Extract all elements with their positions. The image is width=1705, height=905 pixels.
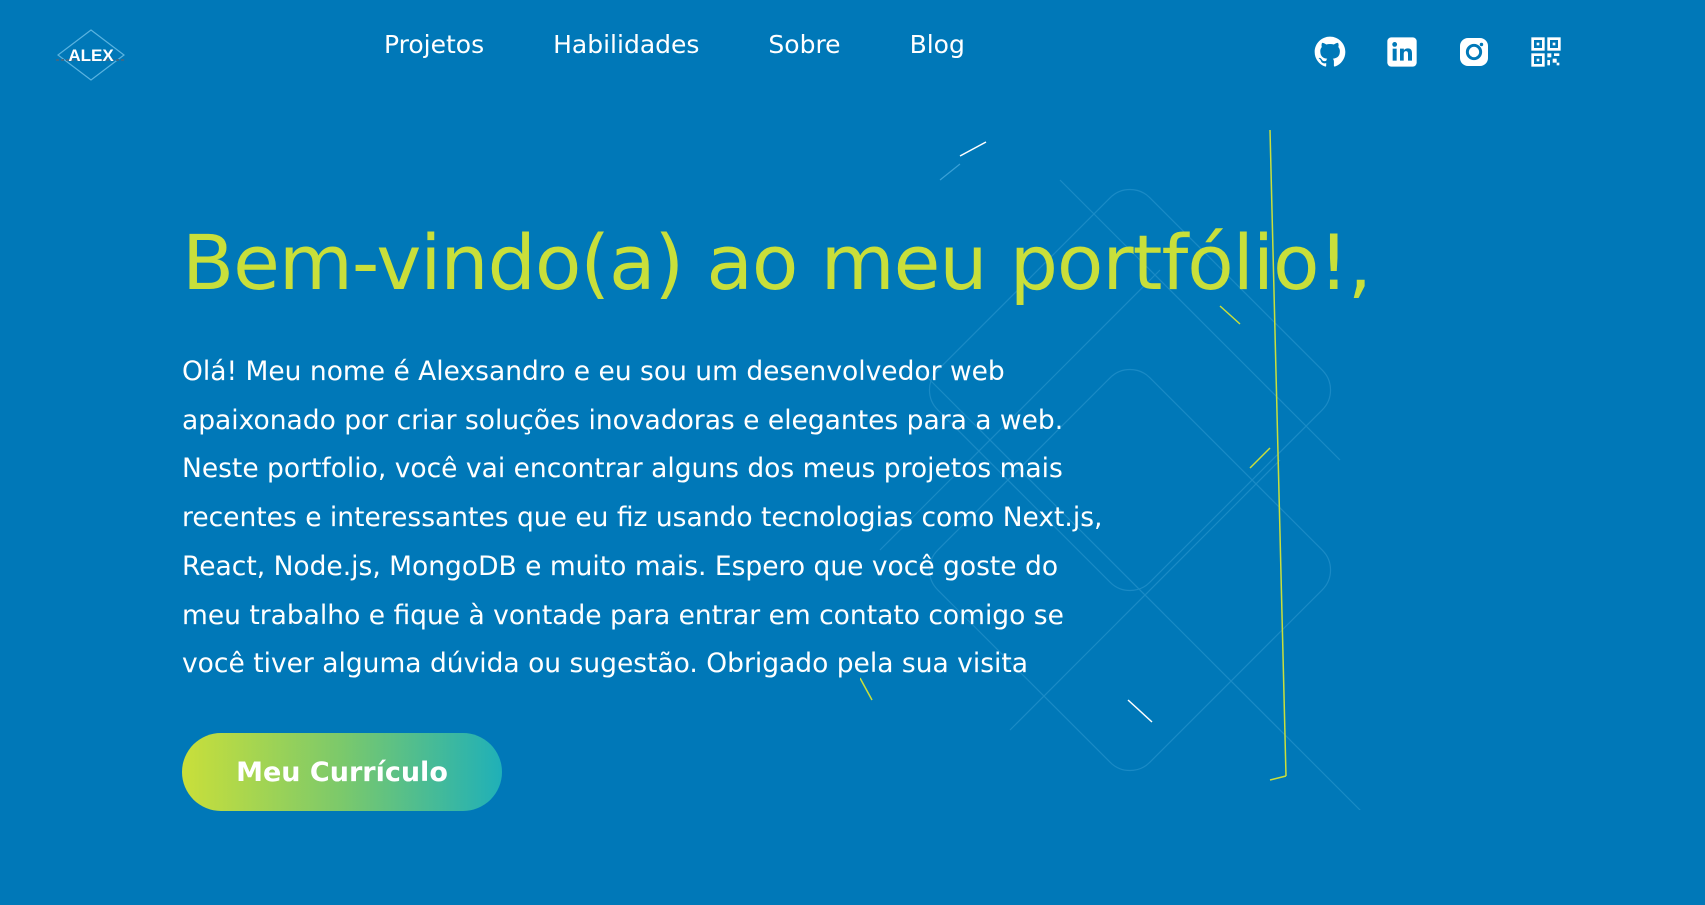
nav-item-projetos[interactable]: Projetos	[384, 30, 484, 59]
nav-item-habilidades[interactable]: Habilidades	[553, 30, 699, 59]
hero-text-line: meu trabalho e fique à vontade para entr…	[182, 599, 1064, 631]
hero-text-line: recentes e interessantes que eu fiz usan…	[182, 502, 1103, 534]
nav-item-sobre[interactable]: Sobre	[768, 30, 840, 59]
github-icon[interactable]	[1314, 36, 1346, 68]
social-links	[1314, 36, 1562, 68]
hero-intro-text: Olá! Meu nome é Alexsandro e eu sou um d…	[182, 348, 1142, 689]
hero-title: Bem-vindo(a) ao meu portfólio!,	[182, 218, 1372, 307]
hero-text-line: React, Node.js, MongoDB e muito mais. Es…	[182, 550, 1059, 582]
qr-code-icon[interactable]	[1530, 36, 1562, 68]
logo-text: ALEX	[68, 46, 114, 65]
hero-text-line: Olá! Meu nome é Alexsandro e eu sou um d…	[182, 356, 1005, 387]
linkedin-icon[interactable]	[1386, 36, 1418, 68]
resume-button[interactable]: Meu Currículo	[182, 733, 502, 811]
hero-text-line: Neste portfolio, você vai encontrar algu…	[182, 453, 1063, 485]
nav-item-blog[interactable]: Blog	[910, 30, 965, 59]
logo[interactable]: ALEX	[54, 28, 128, 82]
instagram-icon[interactable]	[1458, 36, 1490, 68]
top-navbar: ALEX Projetos Habilidades Sobre Blog	[0, 0, 1705, 110]
hero-text-line: apaixonado por criar soluções inovadoras…	[182, 404, 1064, 436]
hero-text-line: você tiver alguma dúvida ou sugestão. Ob…	[182, 648, 1028, 680]
main-nav: Projetos Habilidades Sobre Blog	[384, 30, 1034, 59]
